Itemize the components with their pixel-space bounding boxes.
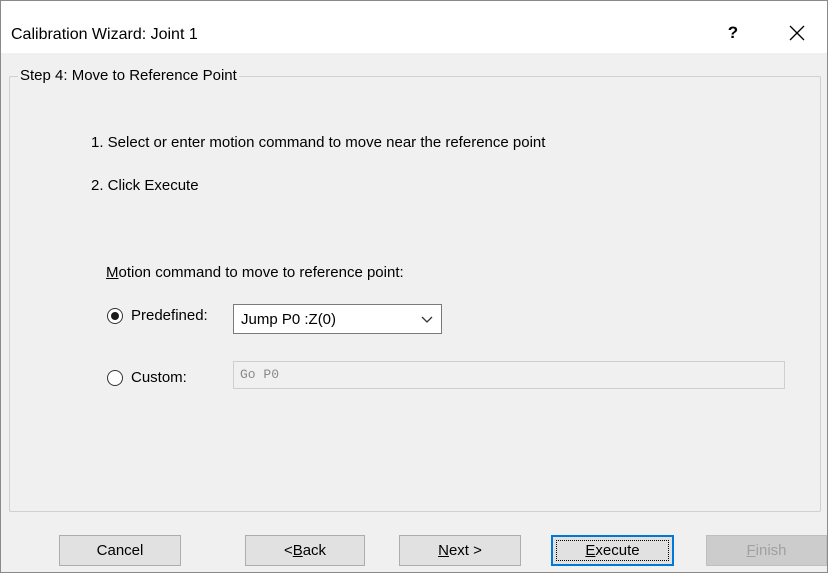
finish-button: Finish bbox=[706, 535, 827, 566]
close-icon bbox=[789, 25, 805, 41]
step-legend: Step 4: Move to Reference Point bbox=[18, 67, 239, 84]
back-prefix: < bbox=[283, 542, 293, 559]
title-bar: Calibration Wizard: Joint 1 ? bbox=[1, 1, 827, 53]
custom-label: Custom: bbox=[131, 369, 187, 386]
execute-button[interactable]: Execute bbox=[551, 535, 674, 566]
instruction-2: 2. Click Execute bbox=[91, 177, 199, 194]
custom-command-input[interactable]: Go P0 bbox=[233, 361, 785, 389]
instruction-1: 1. Select or enter motion command to mov… bbox=[91, 134, 546, 151]
predefined-label: Predefined: bbox=[131, 307, 208, 324]
predefined-command-value: Jump P0 :Z(0) bbox=[241, 310, 337, 328]
next-rest: ext > bbox=[448, 542, 482, 559]
predefined-command-select[interactable]: Jump P0 :Z(0) bbox=[233, 304, 442, 334]
next-accel: N bbox=[438, 542, 449, 559]
custom-radio-option[interactable]: Custom: bbox=[107, 369, 187, 386]
back-rest: ack bbox=[302, 542, 327, 559]
step-groupbox: Step 4: Move to Reference Point 1. Selec… bbox=[9, 67, 821, 512]
predefined-radio-option[interactable]: Predefined: bbox=[107, 307, 208, 324]
back-accel: B bbox=[292, 542, 303, 559]
cancel-button[interactable]: Cancel bbox=[59, 535, 181, 566]
finish-accel: F bbox=[746, 542, 756, 559]
window-title: Calibration Wizard: Joint 1 bbox=[11, 26, 198, 43]
predefined-radio[interactable] bbox=[107, 307, 123, 324]
focus-rect bbox=[556, 540, 669, 561]
next-button[interactable]: Next > bbox=[399, 535, 521, 566]
custom-radio[interactable] bbox=[107, 369, 123, 386]
motion-label-rest: otion command to move to reference point… bbox=[118, 264, 404, 281]
finish-rest: inish bbox=[755, 542, 787, 559]
back-button[interactable]: < Back bbox=[245, 535, 365, 566]
help-button[interactable]: ? bbox=[713, 15, 753, 51]
motion-command-label: Motion command to move to reference poin… bbox=[106, 264, 404, 281]
calibration-wizard-dialog: Calibration Wizard: Joint 1 ? Step 4: Mo… bbox=[0, 0, 828, 573]
chevron-down-icon bbox=[421, 316, 433, 323]
motion-label-accel: M bbox=[106, 264, 119, 281]
close-button[interactable] bbox=[777, 15, 817, 51]
